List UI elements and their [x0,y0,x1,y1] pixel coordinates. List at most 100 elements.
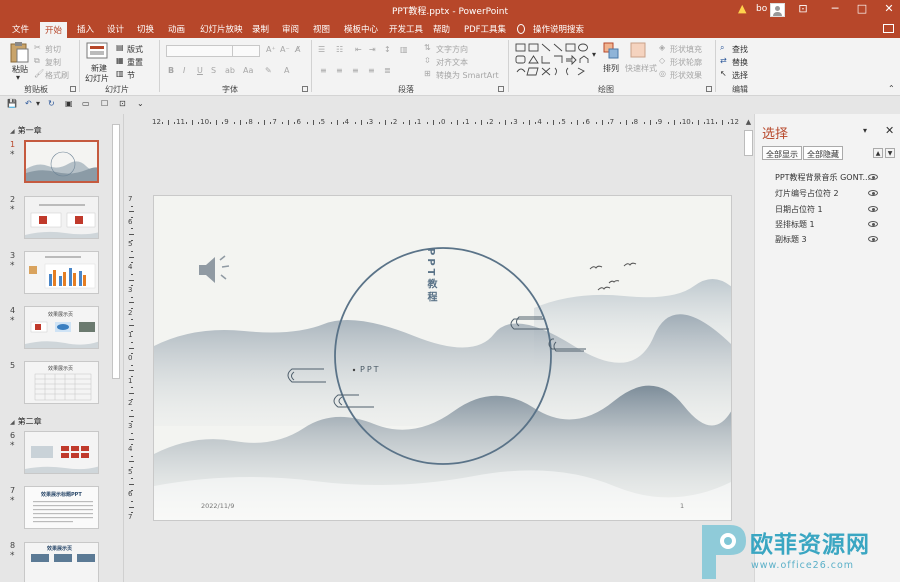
undo-dropdown-icon[interactable]: ▾ [36,99,40,108]
slide-thumbnail[interactable]: 效果展示标题PPT [24,486,99,529]
editor-scrollbar[interactable]: ▲ [744,118,753,580]
shape-fill-button[interactable]: 形状填充 [670,44,702,55]
shape-effects-icon[interactable]: ◎ [659,69,666,78]
paragraph-launcher-icon[interactable] [498,86,504,92]
select-icon[interactable]: ↖ [720,69,727,78]
hide-all-button[interactable]: 全部隐藏 [803,146,843,160]
shape-outline-button[interactable]: 形状轮廓 [670,57,702,68]
send-backward-icon[interactable]: ▼ [885,148,895,158]
tab-review[interactable]: 审阅 [282,23,299,35]
section-header[interactable]: 第一章 [10,125,42,136]
visibility-eye-icon[interactable] [868,221,878,227]
tab-template-center[interactable]: 模板中心 [344,23,378,35]
shapes-gallery[interactable] [514,42,592,80]
section-icon[interactable]: ▥ [116,69,124,78]
bullets-icon[interactable]: ☰ [318,45,325,54]
selection-item[interactable]: 竖排标题 1 [775,219,815,230]
touch-mode-icon[interactable]: ☐ [101,99,108,108]
bring-forward-icon[interactable]: ▲ [873,148,883,158]
visibility-eye-icon[interactable] [868,190,878,196]
close-pane-icon[interactable]: ✕ [885,124,894,137]
tab-record[interactable]: 录制 [252,23,269,35]
italic-button[interactable]: I [183,66,185,75]
tab-animations[interactable]: 动画 [168,23,185,35]
visibility-eye-icon[interactable] [868,236,878,242]
pane-options-icon[interactable]: ▾ [863,126,867,135]
increase-indent-icon[interactable]: ⇥ [369,45,376,54]
paste-icon[interactable] [9,41,29,63]
redo-icon[interactable]: ↻ [48,99,55,108]
shape-outline-icon[interactable]: ◇ [659,56,665,65]
text-direction-icon[interactable]: ⇅ [424,43,431,52]
char-spacing-icon[interactable]: ab [225,66,235,75]
align-left-icon[interactable]: ≡ [320,66,327,75]
section-button[interactable]: 节 [127,70,135,81]
selection-item[interactable]: 副标题 3 [775,234,807,245]
selection-item[interactable]: 灯片编号占位符 2 [775,188,839,199]
font-size-box[interactable] [232,45,260,57]
slide-thumbnail[interactable] [24,196,99,239]
select-button[interactable]: 选择 [732,70,748,81]
customize-qat-icon[interactable]: ⌄ [137,99,144,108]
new-slide-button-line2[interactable]: 幻灯片 [85,73,109,84]
strike-button[interactable]: S [211,66,216,75]
warning-icon[interactable]: ▲ [738,2,746,15]
minimize-button[interactable]: ─ [825,2,845,15]
convert-smartart-button[interactable]: 转换为 SmartArt [436,70,499,81]
horizontal-ruler[interactable]: 12 11 10 9 8 7 6 5 4 3 2 1 0 1 2 3 4 5 6 7 8 9 10 11 12 [152,118,739,128]
quick-styles-icon[interactable] [630,42,648,60]
align-text-icon[interactable]: ⇳ [424,56,431,65]
visibility-eye-icon[interactable] [868,174,878,180]
tab-transitions[interactable]: 切换 [137,23,154,35]
columns-icon[interactable]: ▥ [400,45,408,54]
drawing-launcher-icon[interactable] [706,86,712,92]
tab-view[interactable]: 视图 [313,23,330,35]
copy-icon[interactable]: ⧉ [34,56,40,66]
new-slide-icon[interactable] [86,41,108,61]
replace-icon[interactable]: ⇄ [720,56,727,65]
tell-me-search[interactable]: 操作说明搜索 [533,23,584,35]
save-icon[interactable]: 💾 [7,99,17,108]
change-case-icon[interactable]: Aa [243,66,253,75]
copy-button[interactable]: 复制 [45,57,61,68]
decrease-indent-icon[interactable]: ⇤ [355,45,362,54]
font-color-icon[interactable]: A [284,66,289,75]
align-text-button[interactable]: 对齐文本 [436,57,468,68]
align-right-icon[interactable]: ≡ [352,66,359,75]
tab-slideshow[interactable]: 幻灯片放映 [200,23,243,35]
bold-button[interactable]: B [168,66,174,75]
tab-help[interactable]: 帮助 [433,23,450,35]
scroll-up-icon[interactable]: ▲ [744,118,753,127]
layout-icon[interactable]: ▤ [116,43,124,52]
distribute-icon[interactable]: ≣ [384,66,391,75]
shape-effects-button[interactable]: 形状效果 [670,70,702,81]
show-all-button[interactable]: 全部显示 [762,146,802,160]
highlight-icon[interactable]: ✎ [265,66,272,75]
find-icon[interactable]: ⌕ [720,43,724,53]
justify-icon[interactable]: ≡ [368,66,375,75]
shape-fill-icon[interactable]: ◈ [659,43,665,52]
font-launcher-icon[interactable] [302,86,308,92]
vertical-ruler[interactable]: 7 6 5 4 3 2 1 0 1 2 3 4 5 6 7 [127,195,137,521]
tab-file[interactable]: 文件 [12,23,29,35]
selection-item[interactable]: 日期占位符 1 [775,204,823,215]
user-name[interactable]: bo [756,4,767,14]
tab-pdf-tools[interactable]: PDF工具集 [464,23,506,35]
slide-thumbnail[interactable]: 效果展示页 [24,306,99,349]
subtitle-text[interactable]: PPT [360,365,381,374]
quick-styles-button[interactable]: 快速样式 [625,63,657,74]
lightbulb-icon[interactable] [517,24,525,34]
format-painter-button[interactable]: 格式刷 [45,70,69,81]
tab-insert[interactable]: 插入 [77,23,94,35]
visibility-eye-icon[interactable] [868,206,878,212]
format-painter-icon[interactable]: 🖌 [34,69,44,78]
maximize-button[interactable]: □ [852,2,872,15]
decrease-font-icon[interactable]: A⁻ [280,45,290,54]
paste-dropdown-icon[interactable]: ▾ [16,73,20,82]
clipboard-launcher-icon[interactable] [70,86,76,92]
slide-thumbnail[interactable] [24,431,99,474]
scrollbar-thumb[interactable] [744,130,753,156]
tab-developer[interactable]: 开发工具 [389,23,423,35]
arrange-icon[interactable] [603,42,619,60]
clear-format-icon[interactable]: A̸ [295,45,300,54]
